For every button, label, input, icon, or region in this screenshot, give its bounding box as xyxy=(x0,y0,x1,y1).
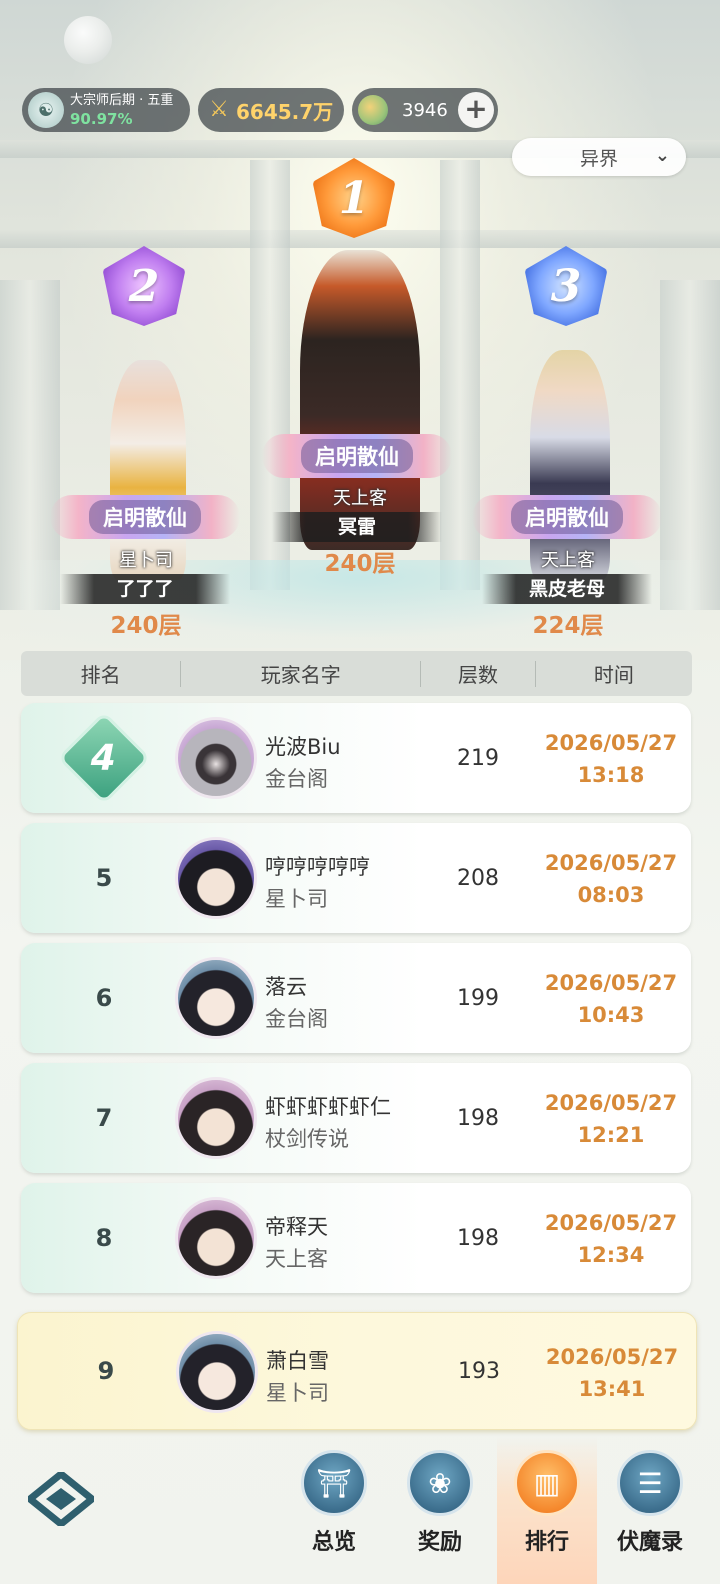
floor-count: 208 xyxy=(457,865,499,891)
floor-count: 198 xyxy=(457,1105,499,1131)
floating-orb xyxy=(64,16,112,64)
avatar[interactable] xyxy=(175,957,257,1039)
rank-number: 8 xyxy=(95,1224,113,1252)
add-currency-button[interactable]: + xyxy=(458,92,494,128)
rank-1-badge: 1 xyxy=(306,158,402,238)
player-sect: 星卜司 xyxy=(266,1381,329,1405)
floor-count: 199 xyxy=(457,985,499,1011)
player-name: 哼哼哼哼哼 xyxy=(265,855,370,879)
avatar[interactable] xyxy=(175,717,257,799)
rank-1-player-name[interactable]: 冥雷 xyxy=(272,512,442,542)
avatar[interactable] xyxy=(176,1331,258,1413)
rank-2-sect: 星卜司 xyxy=(119,550,173,571)
nav-overview[interactable]: ⛩ 总览 xyxy=(284,1450,384,1570)
combat-power-pill: ⚔ 6645.7万 xyxy=(198,88,344,132)
rank-2-title-banner: 启明散仙 xyxy=(50,495,240,539)
player-sect: 杖剑传说 xyxy=(265,1127,349,1151)
combat-power-value: 6645.7万 xyxy=(236,99,334,124)
player-sect: 星卜司 xyxy=(265,887,328,911)
currency-amount: 3946 xyxy=(402,99,448,121)
nav-label: 伏魔录 xyxy=(616,1530,683,1555)
realm-progress: 90.97% xyxy=(70,110,133,128)
clear-time: 2026/05/27 12:21 xyxy=(544,1091,678,1147)
player-sect: 金台阁 xyxy=(265,767,328,791)
avatar[interactable] xyxy=(175,837,257,919)
rank-number: 7 xyxy=(95,1104,113,1132)
nav-label: 排行 xyxy=(524,1530,569,1555)
nav-label: 总览 xyxy=(311,1530,356,1555)
rank-3-sect: 天上客 xyxy=(541,550,595,571)
cultivation-realm-pill[interactable]: ☯ 大宗师后期 · 五重 90.97% xyxy=(22,88,190,132)
rank-4-badge: 4 xyxy=(21,703,187,813)
header-floor: 层数 xyxy=(457,663,498,687)
table-row[interactable]: 7 虾虾虾虾虾仁 杖剑传说 198 2026/05/27 12:21 xyxy=(21,1063,691,1173)
table-row[interactable]: 8 帝释天 天上客 198 2026/05/27 12:34 xyxy=(21,1183,691,1293)
realm-name: 大宗师后期 · 五重 xyxy=(70,93,174,108)
avatar[interactable] xyxy=(175,1197,257,1279)
gift-icon: ❀ xyxy=(407,1450,473,1516)
jade-coin-icon xyxy=(358,95,388,125)
nav-rewards[interactable]: ❀ 奖励 xyxy=(390,1450,490,1570)
rank-3-player-name[interactable]: 黑皮老母 xyxy=(482,574,652,604)
realm-dropdown-value: 异界 xyxy=(579,147,618,170)
rank-3-badge: 3 xyxy=(518,246,614,326)
table-row[interactable]: 6 落云 金台阁 199 2026/05/27 10:43 xyxy=(21,943,691,1053)
floor-count: 198 xyxy=(457,1225,499,1251)
player-sect: 金台阁 xyxy=(265,1007,328,1031)
leaderboard-header: 排名 玩家名字 层数 时间 xyxy=(21,651,692,696)
self-rank-row[interactable]: 9 萧白雪 星卜司 193 2026/05/27 13:41 xyxy=(17,1312,697,1430)
rank-2-player-name[interactable]: 了了了 xyxy=(60,574,230,604)
player-name: 落云 xyxy=(265,975,307,999)
table-row[interactable]: 4 光波Biu 金台阁 219 2026/05/27 13:18 xyxy=(21,703,691,813)
player-name: 虾虾虾虾虾仁 xyxy=(265,1095,391,1119)
rank-2-badge: 2 xyxy=(96,246,192,326)
podium-icon: ▥ xyxy=(514,1450,580,1516)
table-row[interactable]: 5 哼哼哼哼哼 星卜司 208 2026/05/27 08:03 xyxy=(21,823,691,933)
realm-dropdown[interactable]: 异界 ⌄ xyxy=(512,138,686,176)
header-player-name: 玩家名字 xyxy=(260,663,341,687)
chevron-down-icon: ⌄ xyxy=(654,145,670,166)
nav-demon-record[interactable]: ☰ 伏魔录 xyxy=(600,1450,700,1570)
clear-time: 2026/05/27 12:34 xyxy=(544,1211,678,1267)
player-name: 帝释天 xyxy=(265,1215,328,1239)
cultivator-icon: ☯ xyxy=(28,92,64,128)
rank-number: 9 xyxy=(97,1357,115,1385)
rank-1-sect: 天上客 xyxy=(333,488,387,509)
rank-2-floor: 240层 xyxy=(110,613,182,639)
player-sect: 天上客 xyxy=(265,1247,328,1271)
rank-1-title-banner: 启明散仙 xyxy=(262,434,452,478)
bottom-nav: ⛩ 总览 ❀ 奖励 ▥ 排行 ☰ 伏魔录 xyxy=(0,1436,720,1584)
header-rank: 排名 xyxy=(80,663,121,687)
clear-time: 2026/05/27 13:18 xyxy=(544,731,678,787)
scroll-icon: ☰ xyxy=(617,1450,683,1516)
player-name: 光波Biu xyxy=(265,735,341,759)
clear-time: 2026/05/27 13:41 xyxy=(545,1345,679,1401)
avatar[interactable] xyxy=(175,1077,257,1159)
clear-time: 2026/05/27 10:43 xyxy=(544,971,678,1027)
rank-number: 5 xyxy=(95,864,113,892)
floor-count: 193 xyxy=(458,1358,500,1384)
currency-pill: 3946 + xyxy=(352,88,498,132)
rank-number: 6 xyxy=(95,984,113,1012)
pagoda-icon: ⛩ xyxy=(301,1450,367,1516)
swords-icon: ⚔ xyxy=(209,97,229,122)
nav-label: 奖励 xyxy=(417,1530,462,1555)
back-icon[interactable] xyxy=(28,1472,94,1526)
player-name: 萧白雪 xyxy=(266,1349,329,1373)
rank-3-floor: 224层 xyxy=(532,613,604,639)
floor-count: 219 xyxy=(457,745,499,771)
header-time: 时间 xyxy=(593,663,634,687)
rank-1-floor: 240层 xyxy=(324,551,396,577)
clear-time: 2026/05/27 08:03 xyxy=(544,851,678,907)
nav-ranking[interactable]: ▥ 排行 xyxy=(497,1450,597,1570)
rank-3-title-banner: 启明散仙 xyxy=(472,495,662,539)
